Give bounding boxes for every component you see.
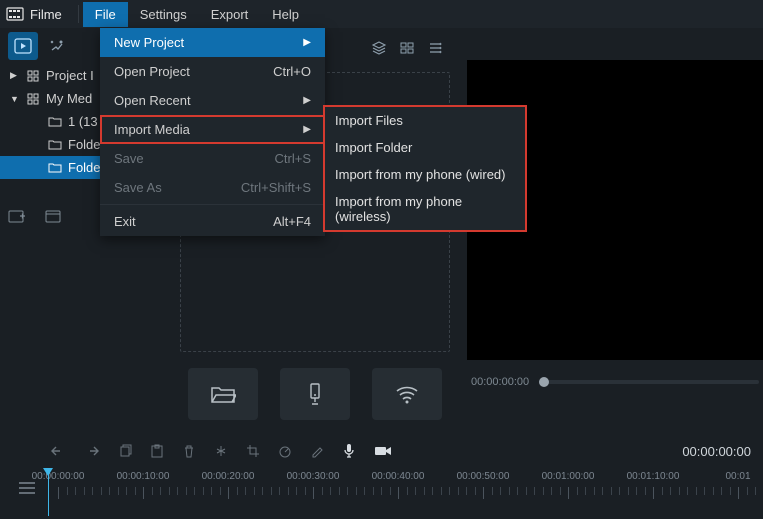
effects-tab-icon[interactable]	[42, 32, 72, 60]
list-view-icon[interactable]	[427, 40, 443, 56]
preview-slider[interactable]	[539, 380, 759, 384]
timeline-label: 00:00:00:00	[32, 471, 85, 482]
crop-icon[interactable]	[246, 444, 260, 458]
tree-my-media-label: My Med	[46, 91, 92, 106]
submenu-import-phone-wired[interactable]: Import from my phone (wired)	[325, 161, 525, 188]
submenu-import-files[interactable]: Import Files	[325, 107, 525, 134]
timeline-label: 00:01:00:00	[542, 471, 595, 482]
delete-folder-icon[interactable]	[44, 208, 62, 224]
menu-settings[interactable]: Settings	[128, 2, 199, 27]
chevron-right-icon: ▶	[10, 70, 20, 81]
menu-save-as[interactable]: Save As Ctrl+Shift+S	[100, 173, 325, 202]
undo-icon[interactable]	[50, 444, 66, 458]
import-phone-wireless-button[interactable]	[372, 368, 442, 420]
timeline-label: 00:00:50:00	[457, 471, 510, 482]
speed-icon[interactable]	[278, 444, 292, 458]
timeline-time: 00:00:00:00	[682, 444, 751, 459]
menu-import-media-label: Import Media	[114, 122, 190, 137]
timeline-label: 00:00:20:00	[202, 471, 255, 482]
folder-icon	[48, 138, 62, 152]
tree-folder-2-label: Folde	[68, 160, 101, 175]
chevron-right-icon: ▶	[303, 124, 311, 135]
tree-folder-1-label: Folde	[68, 137, 101, 152]
menu-save[interactable]: Save Ctrl+S	[100, 144, 325, 173]
redo-icon[interactable]	[84, 444, 100, 458]
app-name: Filme	[30, 7, 62, 22]
timeline-label: 00:00:40:00	[372, 471, 425, 482]
menu-exit-label: Exit	[114, 214, 136, 229]
menu-help[interactable]: Help	[260, 2, 311, 27]
menu-save-shortcut: Ctrl+S	[275, 151, 311, 166]
menu-open-project[interactable]: Open Project Ctrl+O	[100, 57, 325, 86]
timeline-label: 00:01:10:00	[627, 471, 680, 482]
chevron-right-icon: ▶	[303, 37, 311, 48]
menu-new-project-label: New Project	[114, 35, 184, 50]
paste-icon[interactable]	[150, 444, 164, 458]
menu-open-recent-label: Open Recent	[114, 93, 191, 108]
chevron-right-icon: ▶	[303, 95, 311, 106]
menu-export[interactable]: Export	[199, 2, 261, 27]
app-logo: Filme	[6, 5, 62, 23]
file-dropdown: New Project ▶ Open Project Ctrl+O Open R…	[100, 28, 325, 236]
layers-icon[interactable]	[371, 40, 387, 56]
chevron-down-icon: ▼	[10, 94, 20, 104]
import-phone-wired-button[interactable]	[280, 368, 350, 420]
color-icon[interactable]	[310, 444, 324, 458]
camera-icon[interactable]	[374, 444, 392, 458]
submenu-import-folder[interactable]: Import Folder	[325, 134, 525, 161]
split-icon[interactable]	[214, 444, 228, 458]
menu-save-as-shortcut: Ctrl+Shift+S	[241, 180, 311, 195]
tree-project-label: Project I	[46, 68, 94, 83]
filme-logo-icon	[6, 5, 24, 23]
menu-import-media[interactable]: Import Media ▶	[100, 115, 325, 144]
menu-exit-shortcut: Alt+F4	[273, 214, 311, 229]
preview-time: 00:00:00:00	[471, 376, 529, 388]
grid-icon	[26, 92, 40, 106]
folder-icon	[48, 161, 62, 175]
media-tab-icon[interactable]	[8, 32, 38, 60]
delete-icon[interactable]	[182, 444, 196, 458]
import-media-submenu: Import Files Import Folder Import from m…	[323, 105, 527, 232]
menu-exit[interactable]: Exit Alt+F4	[100, 207, 325, 236]
menu-open-project-shortcut: Ctrl+O	[273, 64, 311, 79]
timeline-label: 00:00:30:00	[287, 471, 340, 482]
menu-file[interactable]: File	[83, 2, 128, 27]
folder-icon	[48, 115, 62, 129]
menu-save-label: Save	[114, 151, 144, 166]
menu-new-project[interactable]: New Project ▶	[100, 28, 325, 57]
tree-item-1-label: 1 (13	[68, 114, 98, 129]
timeline-menu-icon[interactable]	[18, 481, 36, 495]
menu-save-as-label: Save As	[114, 180, 162, 195]
timeline-ruler[interactable]: 00:00:00:0000:00:10:0000:00:20:0000:00:3…	[48, 471, 763, 485]
submenu-import-phone-wireless[interactable]: Import from my phone (wireless)	[325, 188, 525, 230]
menu-open-project-label: Open Project	[114, 64, 190, 79]
menu-open-recent[interactable]: Open Recent ▶	[100, 86, 325, 115]
menu-separator	[100, 204, 325, 205]
microphone-icon[interactable]	[342, 443, 356, 459]
timeline-ticks	[48, 487, 763, 503]
grid-icon	[26, 69, 40, 83]
copy-icon[interactable]	[118, 444, 132, 458]
menubar-divider	[78, 5, 79, 23]
timeline-label: 00:01	[725, 471, 750, 482]
grid-view-icon[interactable]	[399, 40, 415, 56]
import-folder-button[interactable]	[188, 368, 258, 420]
timeline-label: 00:00:10:00	[117, 471, 170, 482]
add-folder-icon[interactable]	[8, 208, 26, 224]
timeline-playhead[interactable]	[48, 468, 49, 516]
